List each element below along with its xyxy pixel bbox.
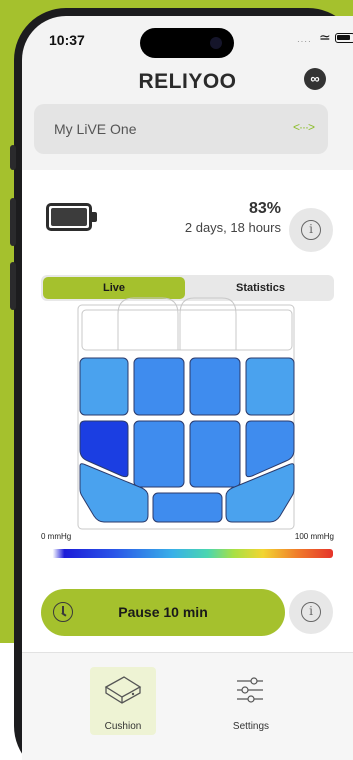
status-icons: ···· ≃ (297, 29, 353, 47)
status-battery-icon (335, 33, 353, 43)
sliders-icon (237, 677, 263, 703)
sensor-r2c2 (133, 420, 185, 488)
info-icon: i (301, 602, 321, 622)
pause-info-button[interactable]: i (289, 590, 333, 634)
cushion-icon (104, 676, 142, 704)
sensor-r1c3 (189, 357, 241, 416)
dynamic-island (140, 28, 234, 58)
info-icon: i (301, 220, 321, 240)
camera-dot (210, 37, 222, 49)
pressure-gradient-scale (41, 549, 333, 558)
battery-percent: 83% (248, 200, 281, 217)
status-time: 10:37 (49, 32, 85, 48)
pause-button-label: Pause 10 min (118, 604, 208, 620)
bottom-nav: Cushion Settings (22, 652, 353, 760)
device-name: My LiVE One (54, 121, 137, 137)
app-screen: 10:37 ···· ≃ RELIYOO ∞ My LiVE One <···>… (22, 16, 353, 760)
side-button (10, 262, 16, 310)
sensor-r1c2 (133, 357, 185, 416)
legend-max-label: 100 mmHg (294, 532, 334, 541)
app-logo: RELIYOO (138, 70, 237, 93)
link-button[interactable]: ∞ (304, 68, 326, 90)
sensor-r1c4 (245, 357, 295, 416)
sensor-r2c3 (189, 420, 241, 488)
pause-button[interactable]: Pause 10 min (41, 589, 285, 636)
nav-label-cushion: Cushion (104, 721, 142, 732)
device-card[interactable]: My LiVE One <···> (34, 104, 328, 154)
side-button (10, 198, 16, 246)
battery-info-button[interactable]: i (289, 208, 333, 252)
sensor-r1c1 (79, 357, 129, 416)
legend-min-label: 0 mmHg (41, 532, 72, 541)
battery-icon (46, 203, 97, 231)
side-button (10, 145, 16, 170)
battery-time-remaining: 2 days, 18 hours (184, 220, 281, 235)
nav-label-settings: Settings (232, 721, 270, 732)
sensor-r3c2 (152, 492, 223, 523)
pressure-map (77, 297, 295, 530)
connection-icon: <···> (292, 120, 315, 134)
wifi-icon: ≃ (319, 29, 331, 45)
signal-dots-icon: ···· (297, 37, 312, 46)
